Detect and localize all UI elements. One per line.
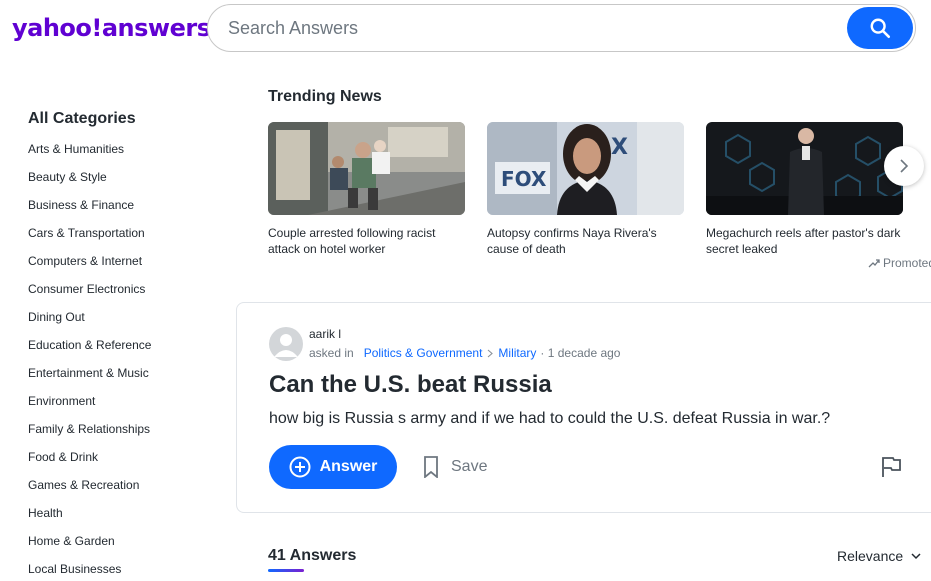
user-icon — [274, 334, 298, 357]
flag-icon — [882, 457, 901, 477]
sidebar-category-item[interactable]: Dining Out — [28, 303, 218, 331]
category-list: Arts & Humanities Beauty & Style Business … — [28, 135, 218, 581]
svg-text:FOX: FOX — [501, 167, 547, 191]
trending-card-1[interactable]: Couple arrested following racist attack … — [268, 122, 465, 257]
add-circle-icon — [289, 456, 311, 478]
question-time: · 1 decade ago — [540, 346, 621, 360]
sidebar-category-item[interactable]: Computers & Internet — [28, 247, 218, 275]
promoted-text: Promoted — [883, 256, 931, 270]
report-flag-button[interactable] — [879, 455, 903, 479]
answer-button[interactable]: Answer — [269, 445, 397, 489]
chevron-right-icon — [488, 349, 494, 357]
asked-in-label: asked in — [309, 346, 354, 360]
save-button[interactable]: Save — [423, 454, 487, 480]
sidebar-category-item[interactable]: Local Businesses — [28, 555, 218, 581]
sidebar-category-item[interactable]: Home & Garden — [28, 527, 218, 555]
chevron-right-icon — [900, 159, 909, 173]
sidebar-category-item[interactable]: Environment — [28, 387, 218, 415]
trending-image-2[interactable]: FOX X — [487, 122, 684, 215]
question-body: how big is Russia s army and if we had t… — [269, 410, 831, 427]
answer-button-label: Answer — [319, 458, 378, 475]
chevron-down-icon — [911, 552, 921, 559]
trending-caption-2[interactable]: Autopsy confirms Naya Rivera's cause of … — [487, 225, 684, 257]
sort-dropdown[interactable]: Relevance — [837, 548, 921, 564]
trending-caption-3[interactable]: Megachurch reels after pastor's dark sec… — [706, 225, 903, 257]
author-avatar[interactable] — [269, 327, 303, 361]
question-title: Can the U.S. beat Russia — [269, 371, 552, 398]
trending-image-3[interactable] — [706, 122, 903, 215]
svg-text:X: X — [611, 135, 628, 160]
answers-count: 41 Answers — [268, 547, 357, 564]
category-link[interactable]: Politics & Government — [364, 346, 483, 360]
sidebar-category-item[interactable]: Beauty & Style — [28, 163, 218, 191]
trending-news-title: Trending News — [268, 88, 382, 105]
sort-label: Relevance — [837, 548, 904, 564]
sidebar-category-item[interactable]: Food & Drink — [28, 443, 218, 471]
author-name[interactable]: aarik l — [309, 327, 341, 341]
trending-caption-1[interactable]: Couple arrested following racist attack … — [268, 225, 465, 257]
save-button-label: Save — [451, 458, 488, 475]
promoted-label[interactable]: Promoted — [868, 256, 931, 270]
search-button[interactable] — [847, 7, 913, 49]
sidebar-category-item[interactable]: Cars & Transportation — [28, 219, 218, 247]
sidebar-title[interactable]: All Categories — [28, 108, 218, 130]
sidebar-category-item[interactable]: Consumer Electronics — [28, 275, 218, 303]
trending-next-button[interactable] — [884, 146, 924, 186]
search-input[interactable] — [228, 5, 848, 51]
sidebar-category-item[interactable]: Arts & Humanities — [28, 135, 218, 163]
sidebar-category-item[interactable]: Health — [28, 499, 218, 527]
question-meta: asked in Politics & Government Military … — [309, 346, 620, 360]
sidebar-category-item[interactable]: Entertainment & Music — [28, 359, 218, 387]
question-card: aarik l asked in Politics & Government M… — [236, 302, 931, 513]
answers-underline — [268, 569, 304, 572]
trending-card-2[interactable]: FOX X Autopsy confirms Naya Rivera's cau… — [487, 122, 684, 257]
search-icon — [870, 18, 890, 38]
sidebar-category-item[interactable]: Family & Relationships — [28, 415, 218, 443]
sidebar-category-item[interactable]: Business & Finance — [28, 191, 218, 219]
category-sidebar: All Categories Arts & Humanities Beauty &… — [28, 108, 218, 581]
trending-arrow-icon — [868, 259, 880, 268]
trending-card-3[interactable]: Megachurch reels after pastor's dark sec… — [706, 122, 903, 257]
bookmark-icon — [424, 456, 438, 478]
trending-image-1[interactable] — [268, 122, 465, 215]
yahoo-answers-logo[interactable]: yahoo!answers — [12, 12, 211, 44]
sidebar-category-item[interactable]: Games & Recreation — [28, 471, 218, 499]
sidebar-category-item[interactable]: Education & Reference — [28, 331, 218, 359]
subcategory-link[interactable]: Military — [498, 346, 536, 360]
search-bar — [207, 4, 916, 52]
